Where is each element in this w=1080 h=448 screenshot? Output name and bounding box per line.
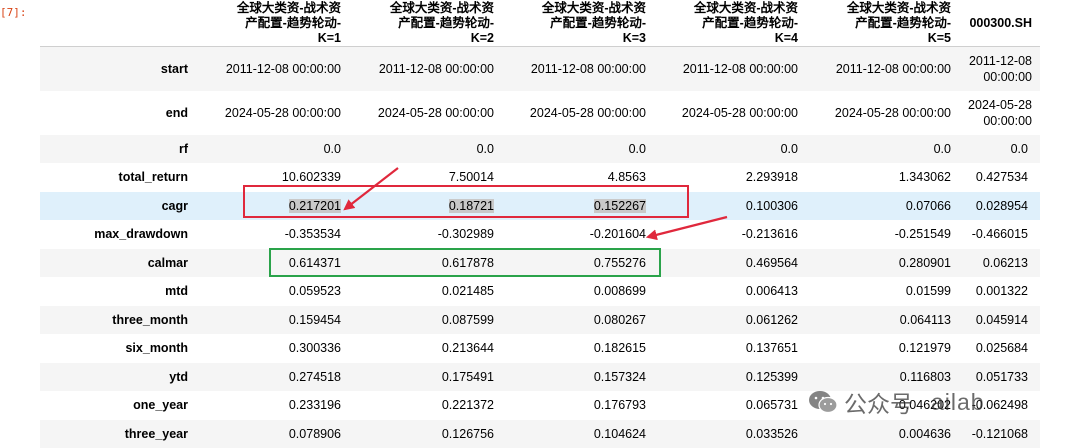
arrow-to-max-drawdown	[648, 217, 727, 237]
watermark-handle: ailab	[931, 389, 985, 416]
wechat-icon	[808, 389, 838, 415]
watermark-label: 公众号	[844, 385, 913, 419]
watermark: 公众号 ailab	[808, 385, 985, 419]
arrow-to-cagr	[345, 168, 398, 209]
annotation-arrows	[0, 0, 1080, 444]
